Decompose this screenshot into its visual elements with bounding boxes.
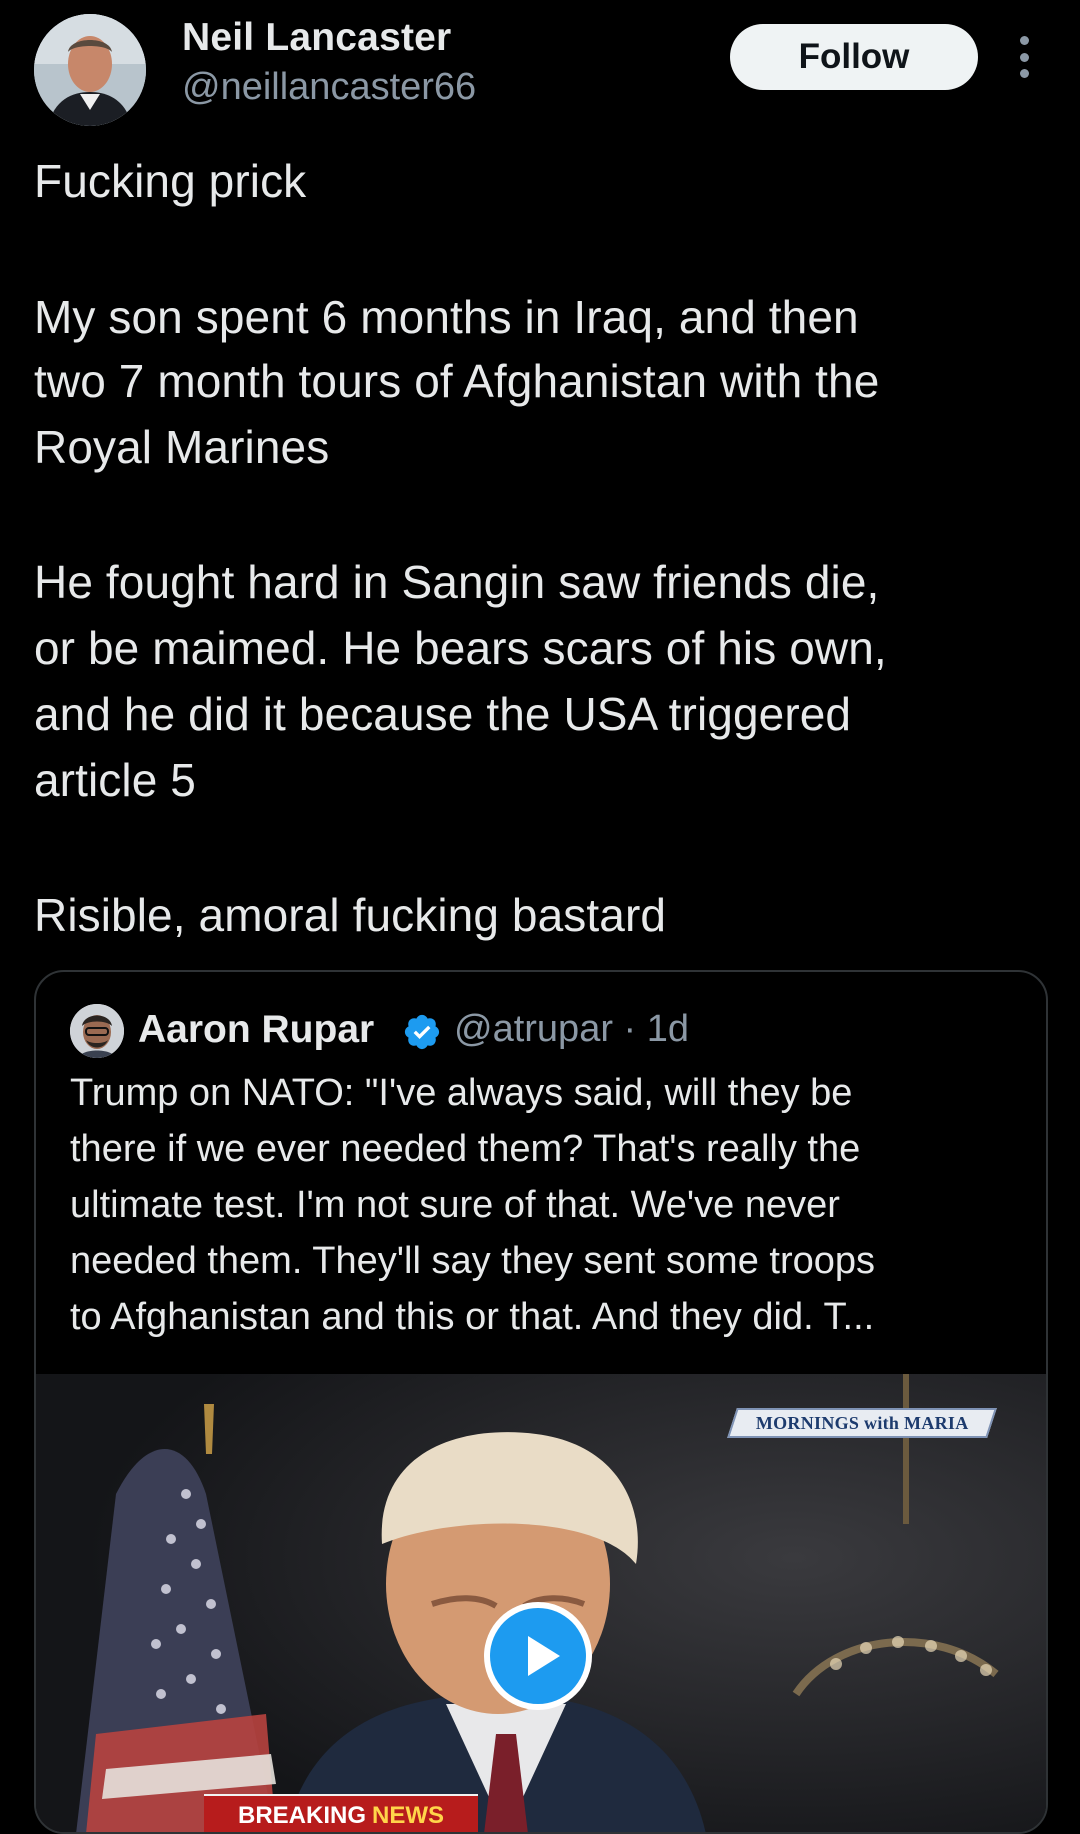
- quote-author-avatar[interactable]: [70, 1004, 124, 1058]
- quote-handle-time[interactable]: @atrupar · 1d: [454, 1008, 689, 1051]
- post-line: or be maimed. He bears scars of his own,: [34, 622, 887, 674]
- post-line: He fought hard in Sangin saw friends die…: [34, 556, 880, 608]
- author-avatar[interactable]: [34, 14, 146, 126]
- post-line: and he did it because the USA triggered: [34, 688, 852, 740]
- channel-logo-text: MORNINGS with MARIA: [755, 1412, 969, 1433]
- breaking-word: BREAKING: [237, 1802, 366, 1829]
- play-icon: [490, 1608, 586, 1704]
- breaking-news-banner: BREAKING NEWS: [204, 1794, 478, 1832]
- video-thumbnail[interactable]: MORNINGS with MARIA BREAKING NEWS: [36, 1374, 1046, 1832]
- quote-author-name[interactable]: Aaron Rupar: [138, 1008, 374, 1052]
- post-line: My son spent 6 months in Iraq, and then: [34, 291, 859, 343]
- play-button[interactable]: [484, 1602, 592, 1710]
- news-word: NEWS: [372, 1802, 444, 1829]
- post-line: Risible, amoral fucking bastard: [34, 889, 667, 941]
- verified-icon: [402, 1012, 442, 1052]
- follow-button[interactable]: Follow: [730, 24, 978, 90]
- author-name[interactable]: Neil Lancaster: [182, 16, 451, 60]
- post-line: Fucking prick: [34, 155, 307, 207]
- quote-line: to Afghanistan and this or that. And the…: [70, 1296, 875, 1338]
- author-handle[interactable]: @neillancaster66: [182, 66, 476, 109]
- post-line: article 5: [34, 754, 196, 806]
- channel-logo: MORNINGS with MARIA: [727, 1408, 997, 1438]
- quoted-tweet[interactable]: Aaron Rupar @atrupar · 1d Trump on NATO:…: [34, 970, 1048, 1834]
- more-icon[interactable]: [1014, 36, 1034, 78]
- quote-line: needed them. They'll say they sent some …: [70, 1240, 875, 1282]
- quote-line: ultimate test. I'm not sure of that. We'…: [70, 1184, 840, 1226]
- quote-line: there if we ever needed them? That's rea…: [70, 1128, 861, 1170]
- post-line: Royal Marines: [34, 421, 330, 473]
- post-line: two 7 month tours of Afghanistan with th…: [34, 355, 880, 407]
- tweet: Neil Lancaster @neillancaster66 Follow F…: [0, 0, 1080, 1834]
- quote-line: Trump on NATO: "I've always said, will t…: [70, 1072, 853, 1114]
